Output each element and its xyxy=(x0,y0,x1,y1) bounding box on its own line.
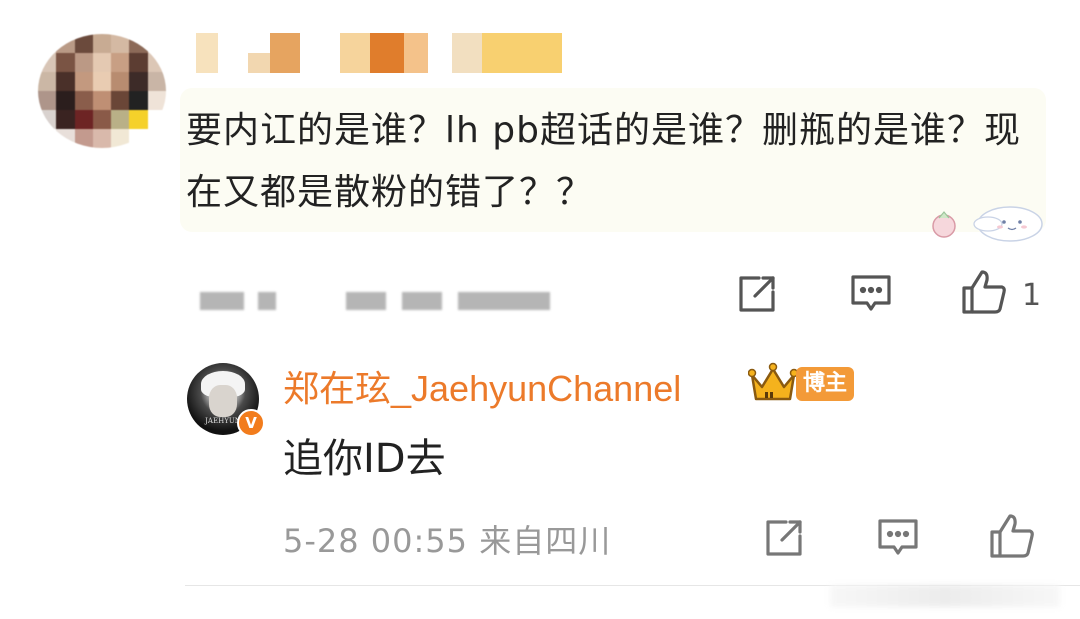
like-icon[interactable] xyxy=(988,512,1036,560)
comment-location-blurred xyxy=(402,292,442,310)
host-badge: 博主 xyxy=(796,367,854,401)
forward-icon[interactable] xyxy=(762,516,806,560)
forward-icon[interactable] xyxy=(735,272,779,316)
comment-location-blurred xyxy=(458,292,550,310)
like-count: 1 xyxy=(1022,278,1042,313)
reply-text: 追你ID去 xyxy=(283,436,446,482)
comment-icon[interactable] xyxy=(849,272,893,316)
comment-location-blurred xyxy=(346,292,386,310)
reply-time-location: 5-28 00:55 来自四川 xyxy=(283,522,612,560)
comment-text: 要内讧的是谁？lh pb超话的是谁？删瓶的是谁？现在又都是散粉的错了？？ xyxy=(186,110,1021,213)
crown-icon xyxy=(747,361,799,405)
comment-time-blurred xyxy=(200,292,244,310)
sticker-icon xyxy=(930,194,1046,244)
comment-icon[interactable] xyxy=(876,516,920,560)
comment-time-blurred xyxy=(258,292,276,310)
verified-badge: V xyxy=(237,409,265,437)
commenter-name-blurred[interactable] xyxy=(196,33,562,73)
commenter-avatar-blurred[interactable] xyxy=(38,34,166,148)
watermark-blurred xyxy=(830,585,1060,607)
reply-author-name[interactable]: 郑在玹_JaehyunChannel xyxy=(283,360,681,412)
like-icon[interactable] xyxy=(960,268,1008,316)
